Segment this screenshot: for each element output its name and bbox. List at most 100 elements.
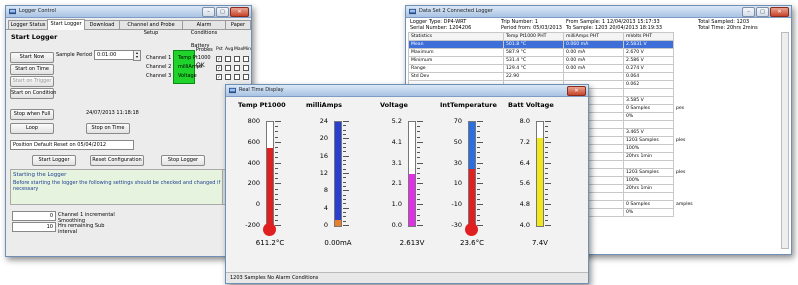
channel-option-checkbox[interactable]: ✓ [216,56,222,62]
gauge-tick-label: 5.6 [519,179,530,188]
start-on-condition-button[interactable]: Start on Condition [10,88,56,99]
close-button[interactable]: ✕ [230,7,249,17]
sample-period-input[interactable]: 0:01:00 [94,50,134,60]
maximize-button[interactable]: □ [216,7,229,17]
gauge-tick-mark [343,173,349,174]
stop-when-full-button[interactable]: Stop when Full [10,109,54,120]
window-title: Logger Control [19,8,56,14]
start-logger-button[interactable]: Start Logger [32,155,76,166]
gauge-tick-mark [417,183,423,185]
status-bar: 1203 Samples No Alarm Conditions [226,272,588,283]
logger-titlebar[interactable]: Logger Control – □ ✕ [6,6,251,18]
tab-download[interactable]: Download [84,20,120,29]
close-button[interactable]: ✕ [770,7,789,17]
minimize-button[interactable]: – [202,7,215,17]
gauge-tick-mark [477,214,480,216]
message-field[interactable]: Position Default Reset on 05/04/2012 [10,140,134,150]
setting-value-field[interactable]: 0 [12,211,56,221]
gauge-tick-mark [545,147,548,148]
loop-button[interactable]: Loop [10,123,54,134]
gauge-tick-mark [477,147,480,148]
channel-option-checkbox[interactable] [225,65,231,71]
gauge-tick-mark [275,214,278,216]
channel-option-checkbox[interactable] [243,56,249,62]
gauge-upper-fill [469,122,475,169]
channel-option-checkbox[interactable] [234,74,240,80]
stats-titlebar[interactable]: Data Set 2 Connected Logger – □ ✕ [406,6,791,18]
stats-cell: 20hrs 1min [623,152,674,161]
gauge-tick-mark [477,178,480,180]
channel-option-checkbox[interactable]: ✓ [216,74,222,80]
sample-period-label: Sample Period [56,52,92,58]
gauge-tick-mark [343,220,346,222]
tab-alarm-conditions[interactable]: Alarm Conditions [182,20,226,36]
stats-cell: Minimum [408,56,504,65]
close-button[interactable]: ✕ [567,86,586,96]
channel-option-checkbox[interactable] [225,74,231,80]
stats-header-cell: Statistics [408,32,504,41]
table-row: Maximum 587.9 °C 0.00 mA 2.670 V [408,48,719,57]
tab-channel-probe-setup[interactable]: Channel and Probe Setup [119,20,183,36]
gauge-tick-mark [477,225,483,226]
gauge-tick-mark [275,167,278,169]
total-time: Total Time: 20hrs 2mins [698,25,758,31]
start-now-button[interactable]: Start Now [10,52,54,63]
stats-cell [623,160,674,169]
setting-label: Hrs remaining Sub interval [58,223,105,235]
stats-scrollbar[interactable] [781,32,789,249]
gauge-tick-mark [417,209,420,211]
spinner-icon[interactable]: ▴ ▾ [133,50,141,61]
channel-option-checkbox[interactable] [243,74,249,80]
gauge-tick-mark [545,214,548,216]
channel-option-checkbox[interactable] [225,56,231,62]
gauge-tick-label: 8 [323,186,328,195]
minimize-button[interactable]: – [742,7,755,17]
stats-cell: 22.90 [503,72,564,81]
gauge-tick-label: 12 [319,169,328,177]
table-row: Std Dev 22.90 0.064 [408,72,719,81]
start-on-trigger-button[interactable]: Start on Trigger [10,76,54,87]
gauge-tick-mark [343,129,346,131]
setting-value-field[interactable]: 10 [12,222,56,232]
gauge-tick-mark [275,141,281,143]
gauge-tick-mark [545,173,548,174]
reset-configuration-button[interactable]: Reset Configuration [90,155,144,166]
stats-side-label [674,153,719,161]
tab-logger-status[interactable]: Logger Status [8,20,48,29]
gauge-tick-mark [417,136,420,138]
tab-paper[interactable]: Paper [225,20,251,29]
stats-side-label [674,121,719,129]
tab-start-logger[interactable]: Start Logger [47,19,85,30]
channel-option-checkbox[interactable] [234,65,240,71]
stats-cell: 0.064 [623,72,674,81]
realtime-titlebar[interactable]: Real Time Display ✕ [226,85,588,97]
gauge-title: Batt Voltage [508,101,554,109]
gauge-tick-label: 2.1 [391,179,402,188]
section-title: Start Logger [11,33,58,41]
gauge-tick-label: 4.8 [519,200,530,209]
gauge-tick-mark [417,141,423,143]
maximize-button[interactable]: □ [756,7,769,17]
channel-option-checkbox[interactable]: ✓ [216,65,222,71]
gauge-tube [536,121,544,227]
stats-cell: 100% [623,144,674,153]
channel-option-checkbox[interactable] [234,56,240,62]
gauge-tick-mark [545,131,548,133]
gauge-tick-mark [275,162,281,164]
stop-logger-button[interactable]: Stop Logger [161,155,205,166]
start-on-time-button[interactable]: Start on Time [10,64,54,75]
gauge-tick-mark [275,157,278,159]
gauge-title: IntTemperature [440,101,497,109]
stats-cell: 0.00 mA [563,48,624,57]
gauge-tick-mark [545,152,548,154]
stats-cell: 3.585 V [623,96,674,105]
gauge-tick-label: 600 [247,137,260,146]
gauge-tick-label: 10 [453,179,462,188]
gauge-tick-mark [545,225,551,226]
channel-option-checkbox[interactable] [243,65,249,71]
stats-cell: Maximum [408,48,504,57]
channel-probe: Temp Pt1000 [178,55,211,61]
gauge-tick-mark [545,126,548,128]
stop-on-time-button[interactable]: Stop on Time [86,123,130,134]
gauge-tick-label: -10 [451,200,462,209]
